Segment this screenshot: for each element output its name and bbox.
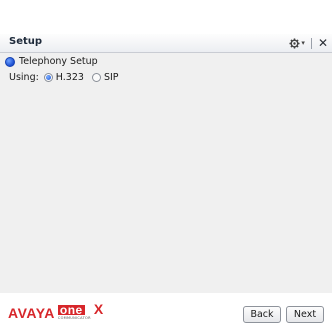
sip-label[interactable]: SIP [104,72,119,83]
onex-communicator-logo: one X COMMUNICATOR [57,301,116,320]
window-title: Setup [9,36,43,47]
back-button[interactable]: Back [243,306,281,323]
avaya-onex-logo: AVAYA one X COMMUNICATOR [8,301,116,321]
onex-x-mark: X [93,301,104,317]
title-bar: Setup ▾ ✕ [0,34,332,53]
title-bar-tools: ▾ ✕ [289,35,328,51]
settings-menu-button[interactable]: ▾ [289,37,305,49]
footer: AVAYA one X COMMUNICATOR Back Next [0,293,332,324]
sip-radio[interactable] [91,73,101,82]
telephony-setup-label: Telephony Setup [19,56,98,67]
setup-panel: Telephony Setup Using: H.323 SIP [0,53,332,293]
onex-wordmark: one [57,303,85,317]
h323-label[interactable]: H.323 [56,72,84,83]
selected-option-bullet-icon [5,56,15,67]
telephony-setup-option[interactable]: Telephony Setup [5,56,98,67]
close-icon[interactable]: ✕ [318,37,328,49]
h323-radio[interactable] [43,73,53,82]
protocol-selector: Using: H.323 SIP [9,72,127,83]
next-button[interactable]: Next [286,306,324,323]
gear-icon [289,37,300,49]
avaya-wordmark: AVAYA [8,305,55,321]
title-bar-divider [310,37,312,49]
communicator-subtitle: COMMUNICATOR [57,316,91,320]
chevron-down-icon: ▾ [301,39,305,47]
using-label: Using: [9,72,39,83]
